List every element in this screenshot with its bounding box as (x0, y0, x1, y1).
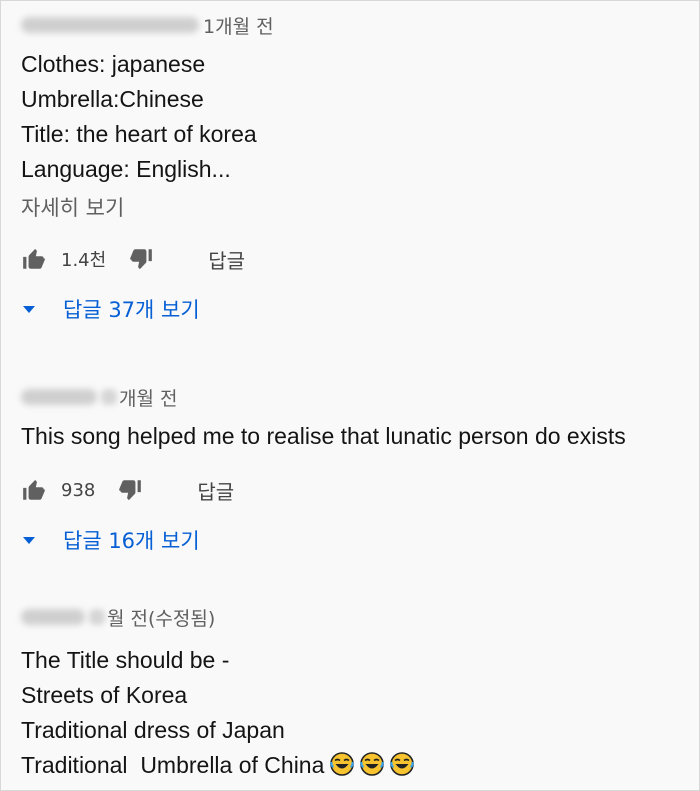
comment-section: 1개월 전 Clothes: japanese Umbrella:Chinese… (0, 0, 700, 791)
redacted-digit (89, 609, 105, 625)
reply-button[interactable]: 답글 (208, 245, 245, 274)
comment-header: 월 전(수정됨) (21, 601, 689, 633)
like-count: 938 (61, 479, 96, 501)
like-count: 1.4천 (61, 250, 107, 271)
caret-down-icon (23, 536, 35, 544)
comment-text-line: Umbrella:Chinese (21, 86, 204, 112)
comment-text-line: Traditional dress of Japan (21, 717, 285, 743)
view-replies-button[interactable]: 답글 16개 보기 (21, 520, 689, 560)
comment-body: Clothes: japanese Umbrella:Chinese Title… (21, 47, 689, 187)
comment-text-line: Title: the heart of korea (21, 121, 257, 147)
view-replies-button[interactable]: 답글 37개 보기 (21, 289, 689, 329)
thumbs-down-icon[interactable] (117, 477, 143, 503)
comment-timestamp[interactable]: 개월 전 (119, 384, 177, 411)
comment-text-fragment: Traditional Umbrella of China (21, 752, 325, 778)
laughing-tears-emoji (330, 752, 355, 776)
comment-text-line: Clothes: japanese (21, 51, 206, 77)
author-name-redacted[interactable] (21, 609, 85, 625)
comment-body: This song helped me to realise that luna… (21, 419, 689, 454)
comment-text-line: Streets of Korea (21, 682, 188, 708)
comment-timestamp[interactable]: 월 전(수정됨) (107, 604, 215, 631)
comment-thread: 개월 전 This song helped me to realise that… (21, 381, 689, 560)
comment-text-line: The Title should be - (21, 647, 230, 673)
comment-timestamp[interactable]: 1개월 전 (203, 12, 274, 39)
author-name-redacted[interactable] (21, 389, 97, 405)
comment-actions: 938 답글 (21, 470, 689, 510)
comment-text-line: Language: English... (21, 156, 231, 182)
thumbs-up-icon[interactable] (21, 477, 47, 503)
laughing-tears-emoji (360, 752, 385, 776)
comment-header: 1개월 전 (21, 9, 689, 41)
comment-body: The Title should be - Streets of Korea T… (21, 643, 689, 783)
redacted-digit (101, 389, 117, 405)
read-more-button[interactable]: 자세히 보기 (21, 191, 689, 225)
comment-thread: 월 전(수정됨) The Title should be - Streets o… (21, 601, 689, 783)
view-replies-label: 답글 16개 보기 (63, 529, 200, 553)
thumbs-up-icon[interactable] (21, 246, 47, 272)
thumbs-down-icon[interactable] (128, 246, 154, 272)
laughing-tears-emoji (390, 752, 415, 776)
comment-header: 개월 전 (21, 381, 689, 413)
view-replies-label: 답글 37개 보기 (63, 298, 200, 322)
reply-button[interactable]: 답글 (197, 476, 234, 505)
comment-text-line: This song helped me to realise that luna… (21, 423, 626, 449)
comment-thread: 1개월 전 Clothes: japanese Umbrella:Chinese… (21, 9, 689, 329)
caret-down-icon (23, 305, 35, 313)
comment-text-line: Traditional Umbrella of China (21, 748, 689, 783)
comment-actions: 1.4천 답글 (21, 239, 689, 279)
author-name-redacted[interactable] (21, 17, 199, 33)
